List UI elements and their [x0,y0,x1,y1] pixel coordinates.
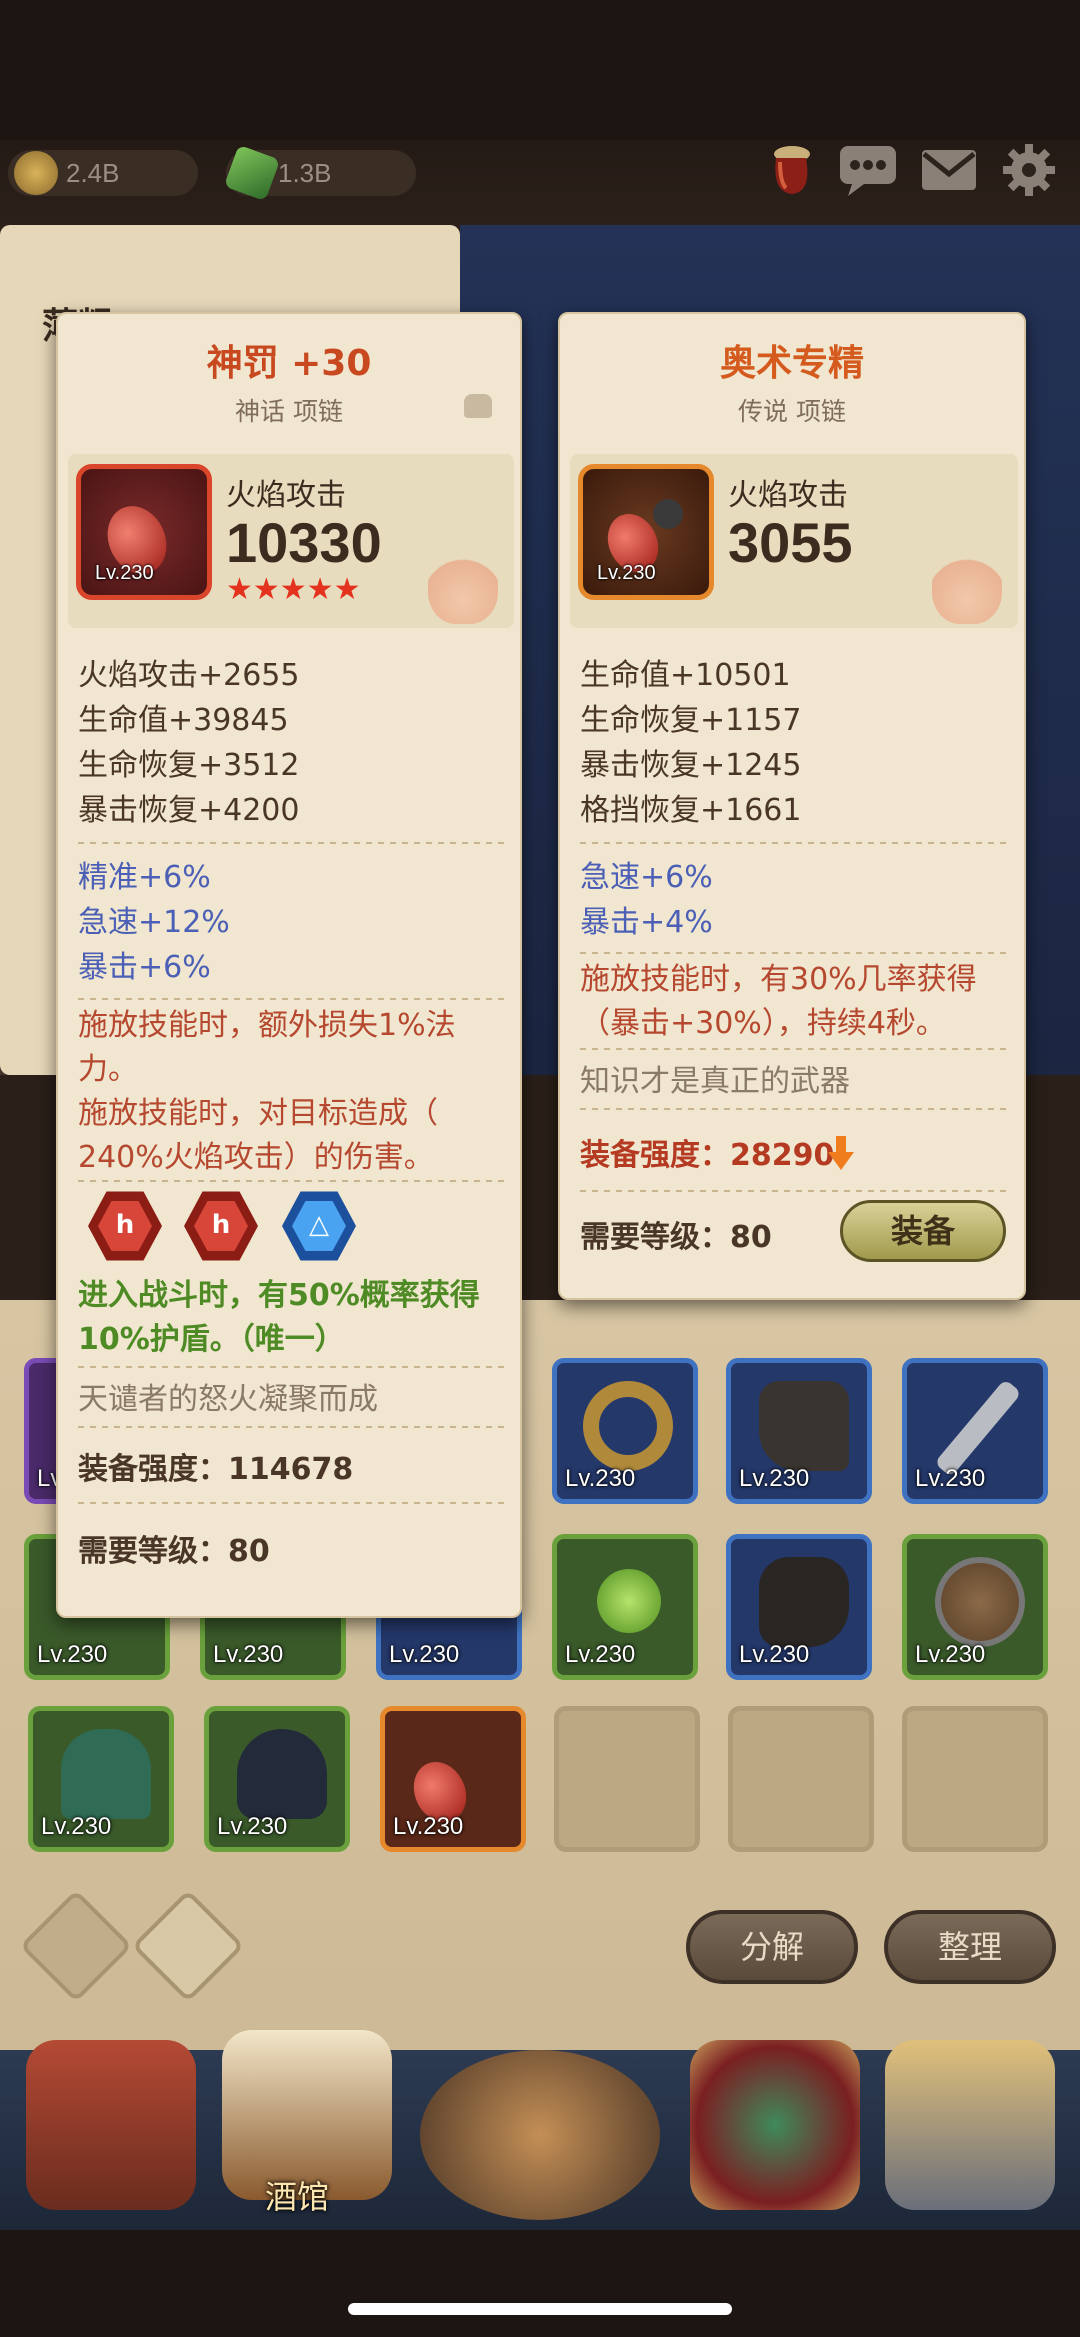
inventory-slot-shield[interactable]: Lv.230 [902,1534,1048,1680]
nav-forge-icon[interactable] [885,2040,1055,2210]
bonus-line: 暴击+4% [580,905,713,940]
level-requirement: 需要等级：80 [580,1220,772,1255]
main-stat-value: 10330 [226,511,382,574]
equip-button[interactable]: 装备 [840,1200,1006,1262]
inventory-slot-ring[interactable]: Lv.230 [552,1358,698,1504]
item-name: 神罚 +30 [206,343,372,384]
gear-icon[interactable] [1000,142,1058,196]
effect-text: 施放技能时，对目标造成（ [78,1096,438,1131]
effect-text: 施放技能时，有30%几率获得 [580,962,977,997]
divider [78,1180,504,1182]
necklace-icon [597,1569,661,1633]
sort-button[interactable]: 整理 [884,1910,1056,1984]
effect-text: 力。 [78,1052,138,1087]
decompose-button[interactable]: 分解 [686,1910,858,1984]
item-level: Lv.230 [597,562,656,584]
divider [78,1366,504,1368]
red-gem-icon: h [184,1191,258,1261]
stat-line: 暴击恢复+4200 [78,793,300,828]
inventory-slot-boots[interactable]: Lv.230 [726,1358,872,1504]
gem-effect-text: 10%护盾。（唯一） [78,1322,345,1357]
divider [580,842,1008,844]
blue-gem-icon: △ [282,1191,356,1261]
item-icon-frame: Lv.230 [578,464,714,600]
gloves-icon [759,1557,849,1647]
divider [580,1048,1008,1050]
item-tooltip-left: 神罚 +30 神话 项链 Lv.230 火焰攻击 10330 ★★★★★ 火焰攻… [56,312,522,1618]
item-rarity: 神话 项链 [235,397,343,426]
inventory-slot-empty[interactable] [728,1706,874,1852]
inventory-slot-gloves[interactable]: Lv.230 [726,1534,872,1680]
fire-element-icon [428,544,498,624]
divider [78,842,504,844]
item-rarity: 传说 项链 [738,397,846,426]
stat-line: 生命恢复+1157 [580,703,802,738]
home-indicator [348,2303,732,2315]
item-icon-frame: Lv.230 [76,464,212,600]
gold-counter[interactable]: 2.4B [8,150,198,196]
main-stat-label: 火焰攻击 [728,478,848,513]
nav-adventure-icon[interactable] [420,2050,660,2220]
divider [78,1426,504,1428]
stat-line: 生命恢复+3512 [78,748,300,783]
cloak-icon [61,1729,151,1819]
item-tooltip-right: 奥术专精 传说 项链 Lv.230 火焰攻击 3055 生命值+10501 生命… [558,312,1026,1300]
potion-icon[interactable] [762,142,820,194]
nav-heroes-icon[interactable] [690,2040,860,2210]
red-gem-icon: h [88,1191,162,1261]
stat-line: 火焰攻击+2655 [78,658,300,693]
mail-icon[interactable] [920,142,978,194]
dagger-icon [934,1378,1022,1478]
inventory-slot-dagger[interactable]: Lv.230 [902,1358,1048,1504]
shield-icon [935,1557,1025,1647]
bonus-line: 急速+12% [78,905,230,940]
divider [580,1108,1008,1110]
inventory-slot-necklace[interactable]: Lv.230 [552,1534,698,1680]
bonus-line: 急速+6% [580,860,713,895]
effect-text: 施放技能时，额外损失1%法 [78,1008,456,1043]
main-stat-label: 火焰攻击 [226,478,346,513]
star-rating: ★★★★★ [226,572,361,607]
nav-tavern-label: 酒馆 [265,2178,330,2216]
divider [78,1502,504,1504]
bonus-line: 精准+6% [78,860,211,895]
effect-text: 240%火焰攻击）的伤害。 [78,1140,434,1175]
gem-counter[interactable]: 1.3B [223,144,416,202]
gold-amount: 2.4B [66,158,120,188]
divider [580,1190,1008,1192]
inventory-slot-amulet[interactable]: Lv.230 [380,1706,526,1852]
gem-amount: 1.3B [278,158,332,188]
gem-effect-text: 进入战斗时，有50%概率获得 [78,1278,480,1313]
fire-element-icon [932,544,1002,624]
inventory-slot-hood[interactable]: Lv.230 [204,1706,350,1852]
power-text: 装备强度：114678 [78,1452,354,1487]
flavor-text: 知识才是真正的武器 [580,1064,850,1099]
stat-line: 生命值+39845 [78,703,289,738]
lock-icon[interactable] [464,394,492,418]
stat-line: 暴击恢复+1245 [580,748,802,783]
inventory-slot-empty[interactable] [554,1706,700,1852]
gold-coin-icon [14,151,58,195]
stat-line: 生命值+10501 [580,658,791,693]
level-requirement: 需要等级：80 [78,1534,270,1569]
item-name: 奥术专精 [719,343,864,384]
chat-icon[interactable] [838,142,896,196]
chain-bead [653,499,683,529]
ring-icon [583,1381,673,1471]
inventory-slot-cloak[interactable]: Lv.230 [28,1706,174,1852]
bonus-line: 暴击+6% [78,950,211,985]
arrow-down-icon [828,1136,854,1170]
nav-house-icon[interactable] [26,2040,196,2210]
boots-icon [759,1381,849,1471]
power-text: 装备强度：28290 [580,1138,835,1173]
effect-text: （暴击+30%），持续4秒。 [580,1006,946,1041]
main-stat-value: 3055 [728,511,853,574]
stat-line: 格挡恢复+1661 [580,793,802,828]
hood-icon [237,1729,327,1819]
inventory-slot-empty[interactable] [902,1706,1048,1852]
flavor-text: 天谴者的怒火凝聚而成 [78,1382,378,1417]
item-level: Lv.230 [95,562,154,584]
